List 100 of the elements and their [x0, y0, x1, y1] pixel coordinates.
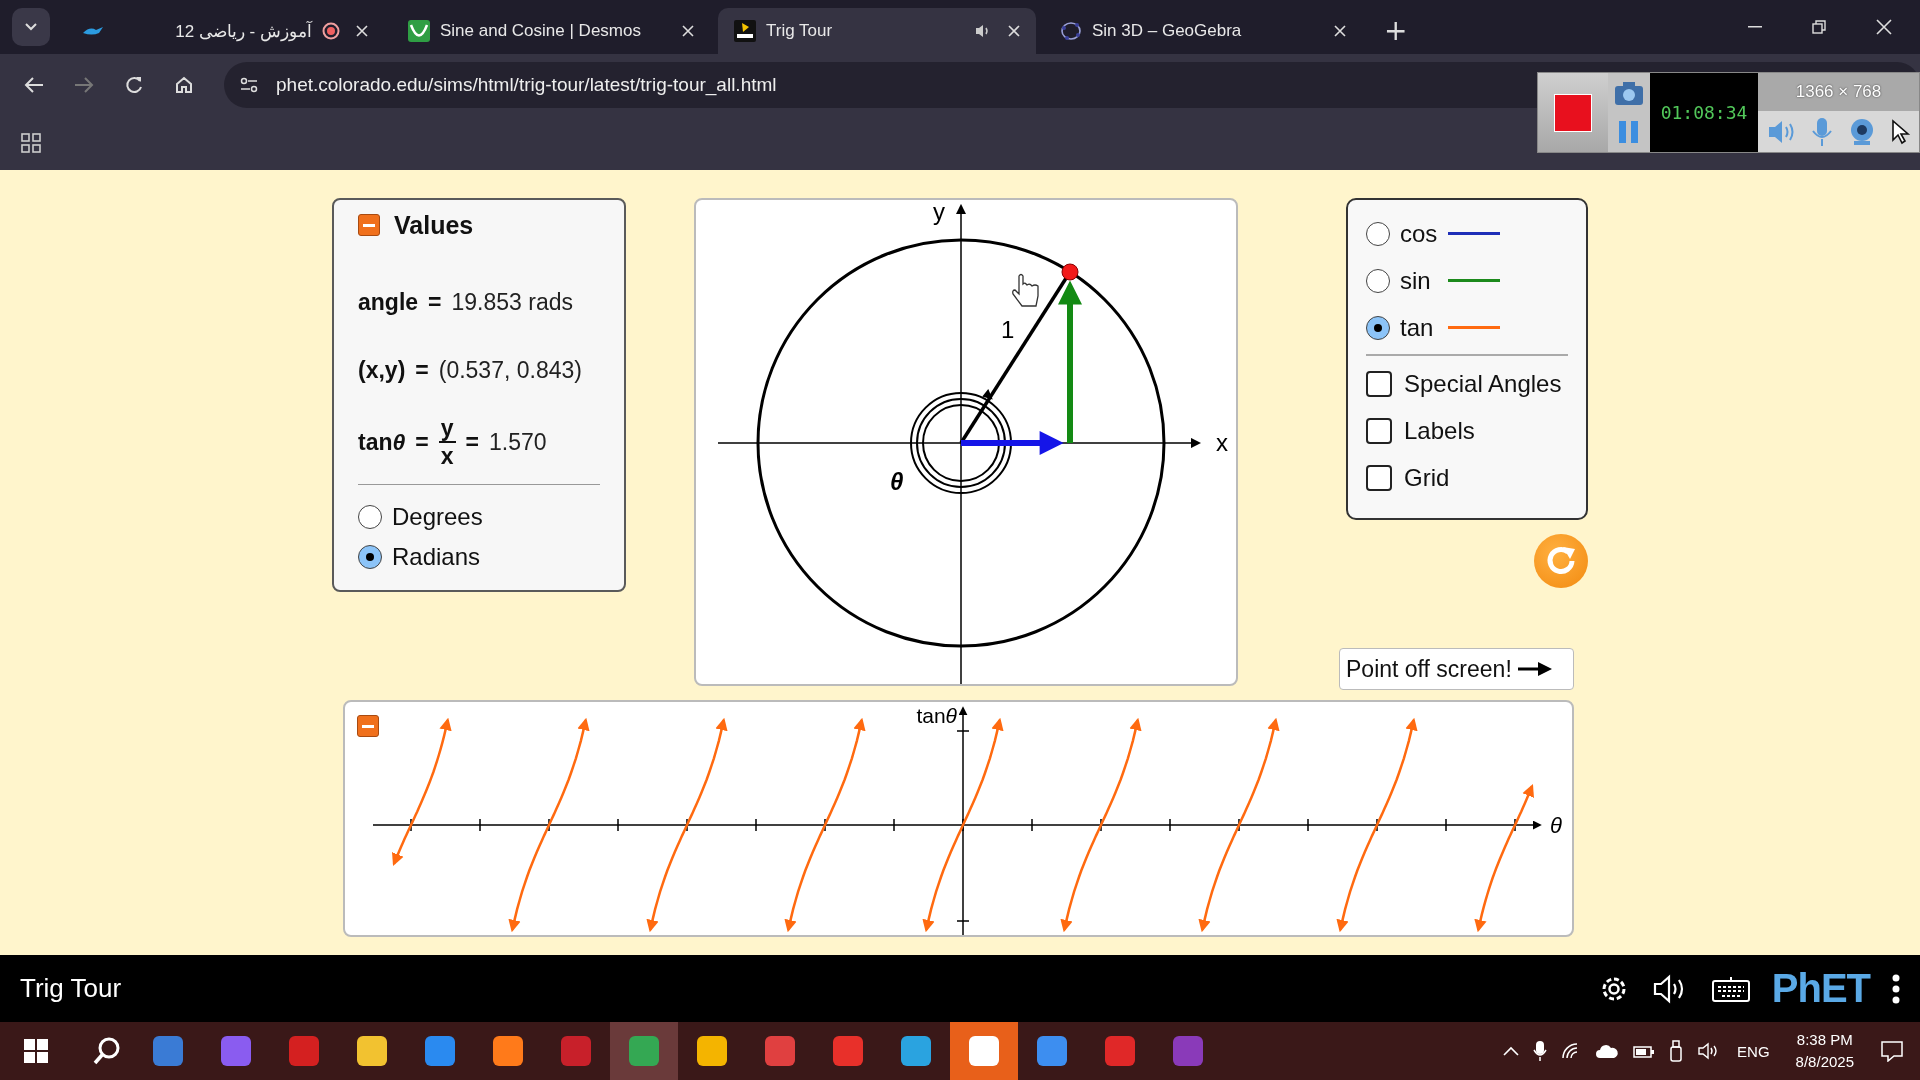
tab-title: Sin 3D – GeoGebra: [1092, 21, 1243, 41]
stop-button[interactable]: [1538, 73, 1608, 152]
reload-icon[interactable]: [124, 75, 144, 95]
graph-icon: [408, 20, 430, 42]
language-indicator[interactable]: ENG: [1737, 1042, 1770, 1060]
keyboard-icon[interactable]: [1711, 975, 1750, 1002]
microphone-icon[interactable]: [1533, 1040, 1548, 1062]
collapse-button[interactable]: [358, 214, 380, 236]
notice-text: Point off screen!: [1346, 655, 1512, 683]
ellipse-icon: [1060, 20, 1082, 42]
phet-icon: [734, 20, 756, 42]
checkbox-label: Grid: [1404, 463, 1450, 492]
tab-search-button[interactable]: [12, 8, 50, 46]
app-icon: [153, 1036, 183, 1066]
forward-icon[interactable]: [74, 76, 94, 94]
restore-icon[interactable]: [1812, 20, 1826, 34]
collapse-button[interactable]: [357, 715, 379, 737]
fraction-numerator: y: [438, 415, 456, 443]
browser-tab[interactable]: Trig Tour: [718, 8, 1036, 54]
close-icon[interactable]: [1334, 25, 1346, 37]
battery-icon[interactable]: [1633, 1043, 1656, 1059]
app-icon: [765, 1036, 795, 1066]
equals-sign: =: [465, 428, 479, 456]
tab-title: آموزش - ریاضی 12: [174, 20, 312, 42]
browser-tab[interactable]: Sine and Cosine | Desmos: [392, 8, 710, 54]
value-text: (0.537, 0.843): [438, 356, 582, 384]
menu-icon[interactable]: [1892, 973, 1900, 1004]
app-icon: [833, 1036, 863, 1066]
close-icon[interactable]: [356, 25, 368, 37]
radius-label: 1: [1001, 316, 1015, 343]
apps-grid-icon[interactable]: [21, 133, 41, 153]
app-icon: [357, 1036, 387, 1066]
value-text: 1.570: [489, 428, 547, 456]
site-settings-icon[interactable]: [240, 77, 258, 93]
app-icon: [1037, 1036, 1067, 1066]
app-icon: [493, 1036, 523, 1066]
value-label: tanθ: [358, 428, 406, 456]
app-icon: [221, 1036, 251, 1066]
equals-sign: =: [415, 356, 429, 384]
speaker-icon[interactable]: [1697, 1042, 1720, 1060]
radio-label: Radians: [392, 543, 481, 571]
app-icon: [901, 1036, 931, 1066]
app-icon: [969, 1036, 999, 1066]
checkbox[interactable]: [1366, 370, 1392, 397]
cloud-icon[interactable]: [1595, 1043, 1620, 1059]
radio-button[interactable]: [358, 545, 382, 569]
recording-timer: 01:08:34: [1650, 73, 1758, 152]
checkbox[interactable]: [1366, 464, 1392, 491]
app-icon: [1173, 1036, 1203, 1066]
notification-icon[interactable]: [1880, 1040, 1904, 1062]
value-label: angle: [358, 288, 419, 316]
app-icon: [561, 1036, 591, 1066]
home-icon[interactable]: [174, 75, 194, 95]
panel-title: Values: [394, 210, 474, 240]
minimize-icon[interactable]: [1748, 26, 1762, 28]
new-tab-button[interactable]: +: [1378, 13, 1414, 48]
close-icon[interactable]: [682, 25, 694, 37]
resolution-label: 1366 × 768: [1758, 73, 1919, 111]
radio-label: tan: [1400, 313, 1435, 342]
app-icon: [289, 1036, 319, 1066]
app-icon: [697, 1036, 727, 1066]
browser-tab[interactable]: Sin 3D – GeoGebra: [1044, 8, 1362, 54]
angle-handle[interactable]: [1061, 263, 1079, 281]
close-icon[interactable]: [1008, 25, 1020, 37]
tab-title: Trig Tour: [766, 21, 834, 41]
angle-label: θ: [890, 468, 904, 495]
search-icon[interactable]: [92, 1036, 122, 1066]
usb-drive-icon[interactable]: [1669, 1040, 1684, 1062]
checkbox[interactable]: [1366, 417, 1392, 444]
windows-start-icon[interactable]: [24, 1039, 48, 1063]
axis-label: θ: [1550, 813, 1562, 838]
axis-label: tanθ: [916, 704, 957, 727]
equals-sign: =: [415, 428, 429, 456]
chevron-down-icon: [24, 22, 38, 32]
axis-label: y: [933, 200, 945, 225]
radio-label: sin: [1400, 266, 1432, 295]
radio-label: Degrees: [392, 503, 483, 531]
cursor-icon[interactable]: [1891, 118, 1912, 145]
bird-icon: [82, 25, 104, 37]
fraction-denominator: x: [440, 443, 454, 469]
value-text: 19.853 rads: [451, 288, 573, 316]
clock-date[interactable]: 8/8/2025: [1795, 1051, 1854, 1073]
app-icon: [1105, 1036, 1135, 1066]
equals-sign: =: [428, 288, 442, 316]
clock-time[interactable]: 8:38 PM: [1796, 1029, 1853, 1051]
axis-label: x: [1216, 429, 1228, 456]
radio-button[interactable]: [1366, 268, 1390, 293]
app-icon: [629, 1036, 659, 1066]
radio-button[interactable]: [1366, 221, 1390, 246]
tab-title: Sine and Cosine | Desmos: [440, 21, 642, 41]
close-icon[interactable]: [1876, 19, 1892, 35]
radio-button[interactable]: [1366, 315, 1390, 340]
value-label: (x,y): [358, 356, 406, 384]
camera-icon[interactable]: [1614, 79, 1644, 106]
radio-button[interactable]: [358, 505, 382, 529]
back-icon[interactable]: [24, 76, 44, 94]
checkbox-label: Labels: [1404, 416, 1475, 445]
phet-logo[interactable]: PhET: [1771, 966, 1870, 1011]
chevron-up-icon[interactable]: [1503, 1046, 1520, 1056]
browser-tab[interactable]: آموزش - ریاضی 12: [66, 8, 384, 54]
